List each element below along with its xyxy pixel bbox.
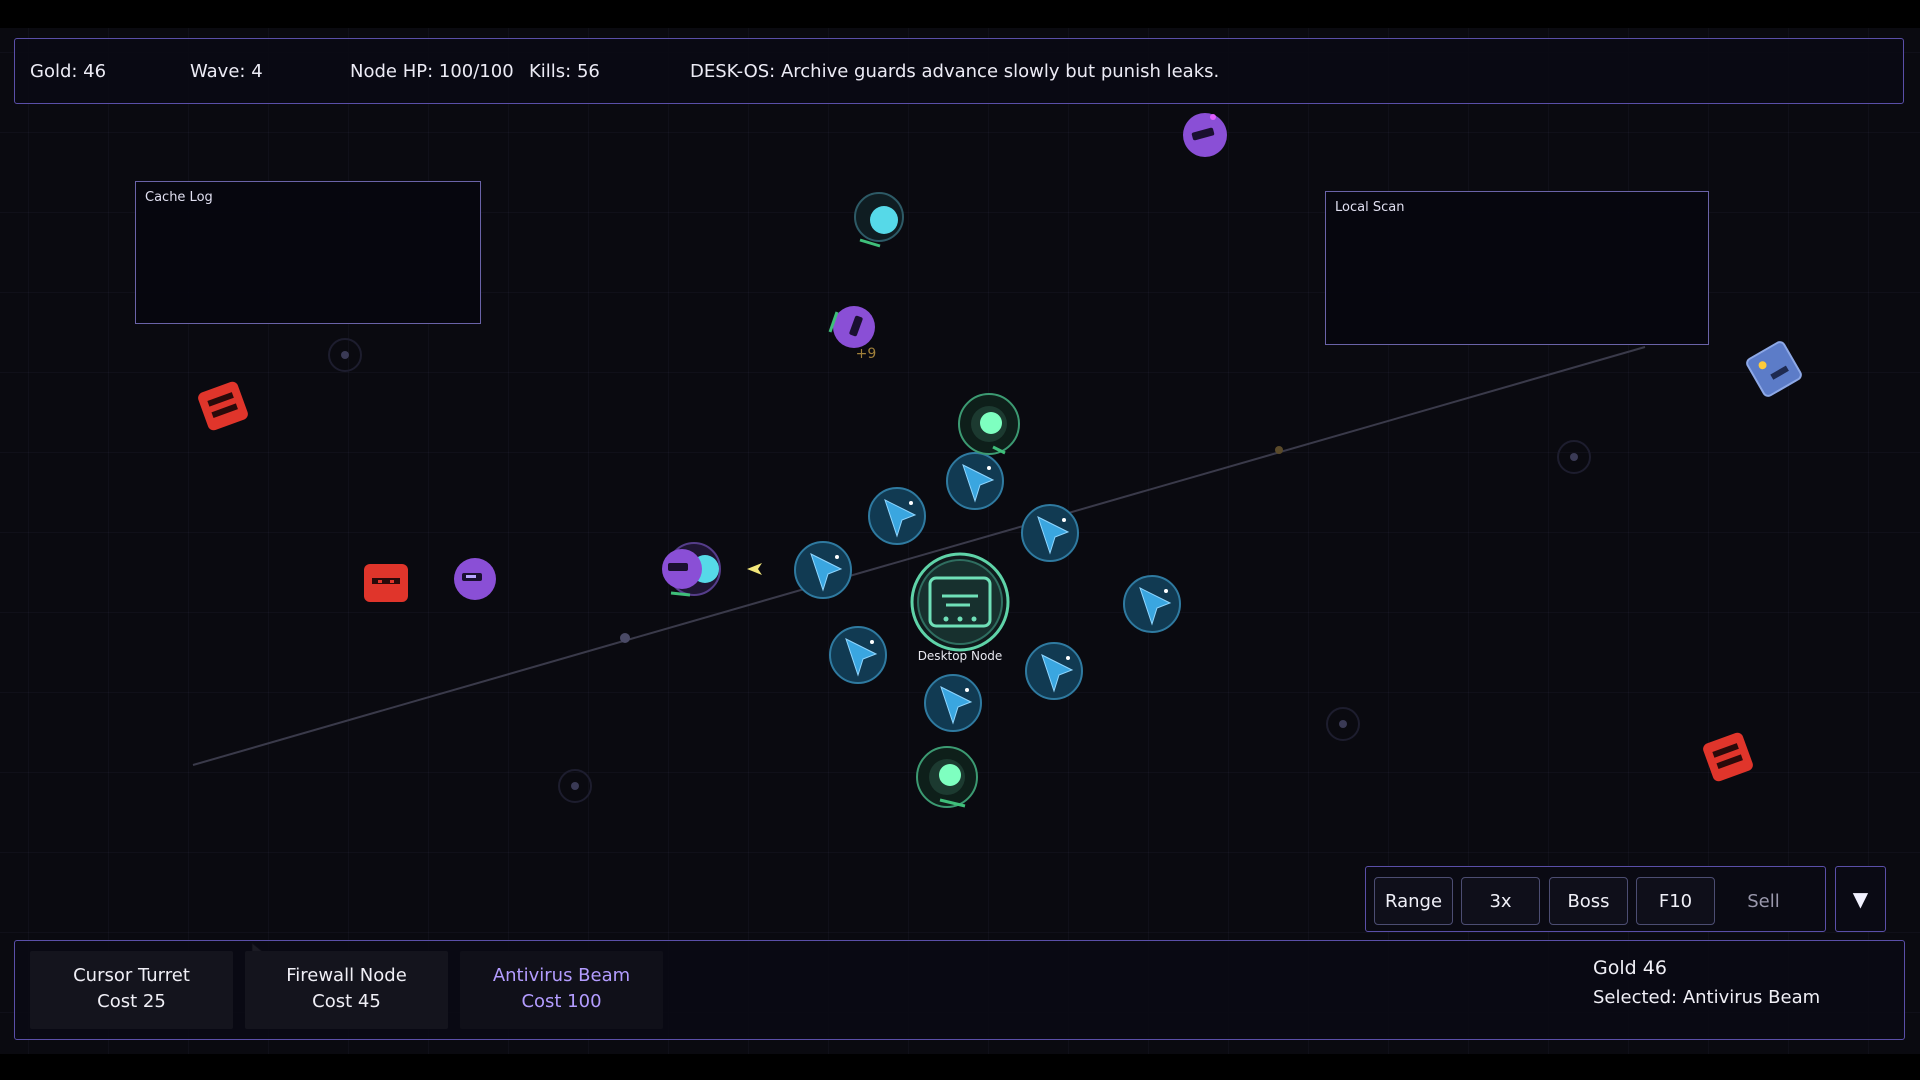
cursor-turret[interactable] — [1123, 575, 1181, 633]
shop-item-name: Firewall Node — [286, 965, 407, 986]
build-shop-bar: Cursor Turret Cost 25 Firewall Node Cost… — [14, 940, 1905, 1040]
local-scan-title: Local Scan — [1335, 200, 1405, 215]
shop-card-cursor-turret[interactable]: Cursor Turret Cost 25 — [30, 951, 233, 1029]
cache-log-panel: Cache Log — [135, 181, 481, 324]
cursor-turret[interactable] — [794, 541, 852, 599]
cursor-turret[interactable] — [1025, 642, 1083, 700]
control-toolbar: Range 3x Boss F10 Sell — [1365, 866, 1826, 932]
path-waypoint — [620, 633, 630, 643]
shop-card-firewall-node[interactable]: Firewall Node Cost 45 — [245, 951, 448, 1029]
desktop-node-core[interactable]: Desktop Node — [910, 552, 1010, 663]
path-waypoint — [1275, 446, 1283, 454]
cache-log-title: Cache Log — [145, 190, 213, 205]
core-label: Desktop Node — [918, 649, 1003, 663]
collapse-toggle-button[interactable]: ▼ — [1835, 866, 1886, 932]
cursor-turret[interactable] — [924, 674, 982, 732]
enemy-malware-purple: +9 — [828, 306, 877, 362]
shop-item-name: Cursor Turret — [73, 965, 190, 986]
hud-bar: Gold: 46 Wave: 4 Node HP: 100/100 Kills:… — [14, 38, 1904, 104]
cursor-turret[interactable] — [946, 452, 1004, 510]
speed-3x-button[interactable]: 3x — [1461, 877, 1540, 925]
enemy-virus-red — [364, 564, 408, 602]
enemy-virus-red — [198, 381, 248, 431]
shop-item-cost: Cost 25 — [97, 991, 166, 1012]
enemy-virus-red — [1703, 732, 1753, 782]
range-button[interactable]: Range — [1374, 877, 1453, 925]
node-hp-counter: Node HP: 100/100 — [350, 61, 514, 82]
build-slot[interactable] — [1557, 440, 1591, 474]
gold-counter: Gold: 46 — [30, 61, 107, 82]
shop-item-name: Antivirus Beam — [492, 965, 631, 986]
enemy-malware-purple — [454, 558, 496, 600]
wave-counter: Wave: 4 — [190, 61, 263, 82]
shop-card-antivirus-beam[interactable]: Antivirus Beam Cost 100 — [460, 951, 663, 1029]
antivirus-beam-turret[interactable] — [854, 192, 904, 248]
boss-button[interactable]: Boss — [1549, 877, 1628, 925]
sell-button[interactable]: Sell — [1724, 877, 1803, 925]
firewall-node[interactable] — [958, 393, 1020, 455]
cursor-turret[interactable] — [1021, 504, 1079, 562]
build-slot[interactable] — [558, 769, 592, 803]
damage-popup: +9 — [856, 346, 877, 362]
enemy-path — [192, 346, 1646, 766]
enemy-archive-guard — [1746, 341, 1802, 397]
f10-button[interactable]: F10 — [1636, 877, 1715, 925]
status-selected: Selected: Antivirus Beam — [1593, 987, 1821, 1008]
enemy-malware-purple — [662, 549, 702, 589]
shop-item-cost: Cost 100 — [521, 991, 602, 1012]
cursor-turret[interactable] — [868, 487, 926, 545]
status-gold: Gold 46 — [1593, 957, 1667, 979]
enemy-malware-purple — [1183, 113, 1227, 157]
shop-item-cost: Cost 45 — [312, 991, 381, 1012]
kills-counter: Kills: 56 — [529, 61, 600, 82]
firewall-node[interactable] — [916, 746, 978, 808]
system-message: DESK-OS: Archive guards advance slowly b… — [690, 61, 1220, 82]
projectile — [747, 563, 762, 575]
build-slot[interactable] — [328, 338, 362, 372]
cursor-turret[interactable] — [829, 626, 887, 684]
local-scan-panel: Local Scan — [1325, 191, 1709, 345]
build-slot[interactable] — [1326, 707, 1360, 741]
chevron-down-icon: ▼ — [1852, 887, 1869, 911]
